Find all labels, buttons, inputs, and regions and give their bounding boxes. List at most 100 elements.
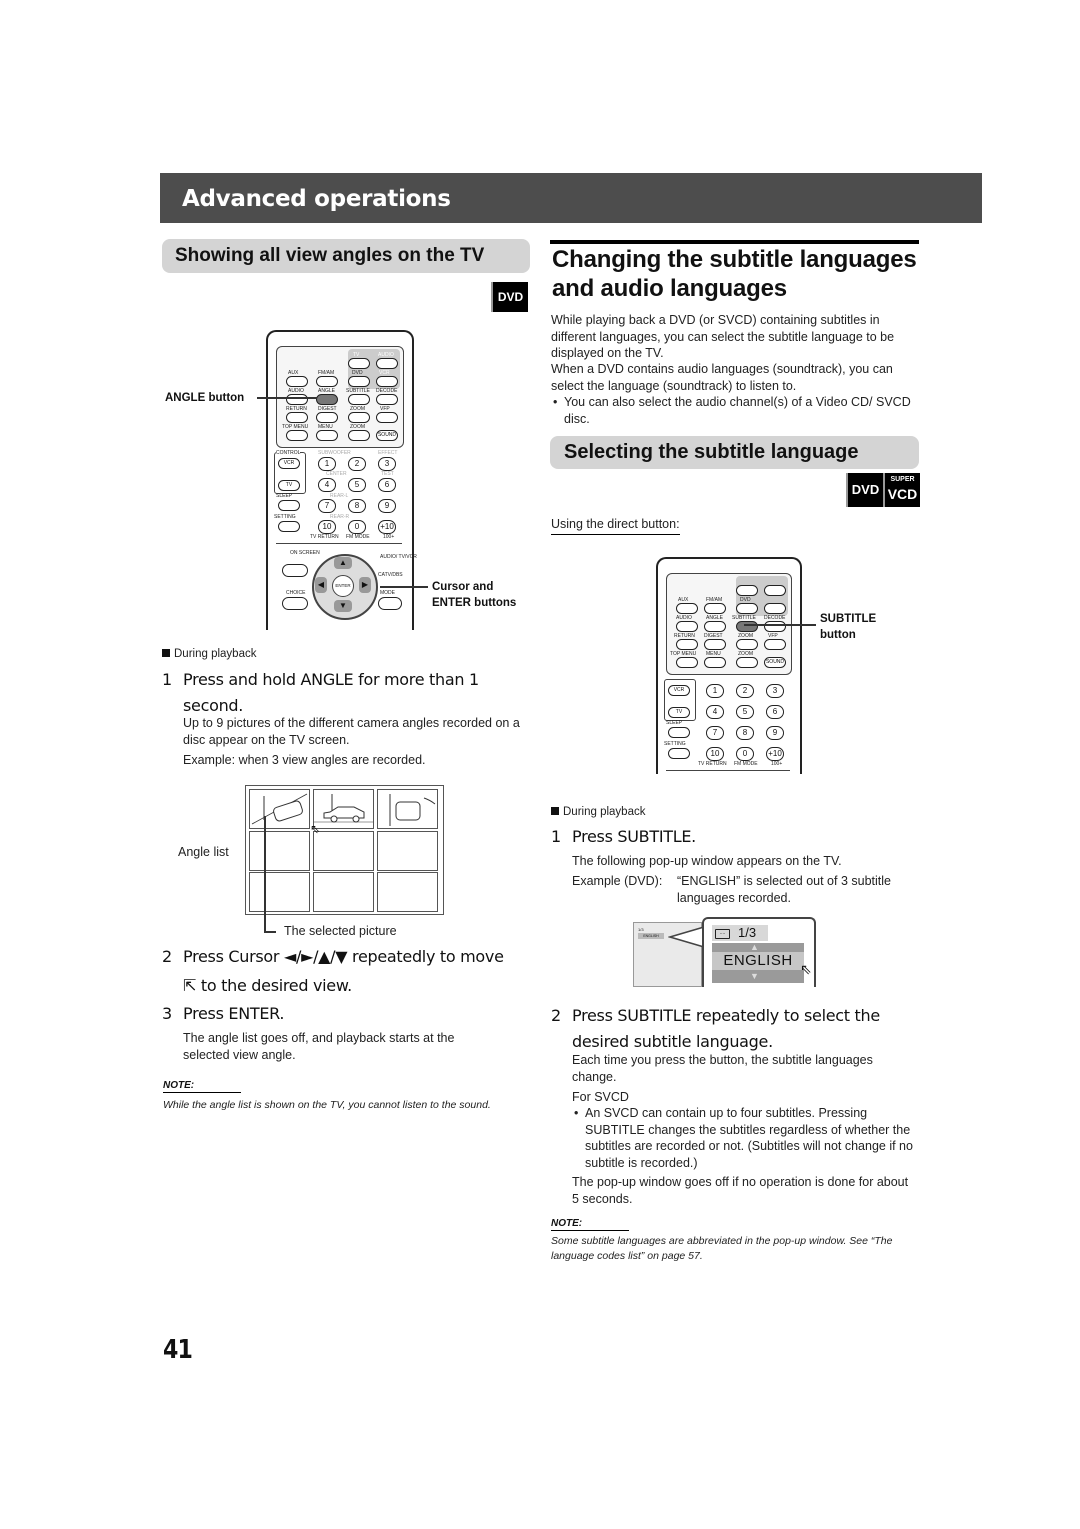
key-1[interactable]: 1 (318, 457, 336, 471)
cursor-left-button[interactable]: ◀ (315, 577, 327, 593)
sleep-button[interactable] (278, 500, 300, 511)
menu-button[interactable] (316, 430, 338, 441)
step-3-left: 3 Press ENTER. (162, 1001, 502, 1029)
zoom-plus-button[interactable] (348, 412, 370, 423)
arrow-up-icon[interactable]: ▲ (750, 942, 759, 952)
mode-button[interactable] (378, 597, 402, 610)
top-menu-button[interactable] (286, 430, 308, 441)
key-7[interactable]: 7 (706, 726, 724, 740)
key-9[interactable]: 9 (378, 499, 396, 513)
key-5[interactable]: 5 (736, 705, 754, 719)
audio-power-button[interactable] (376, 358, 398, 369)
label-rear-l: REAR-L (330, 493, 349, 499)
dvd-button[interactable] (736, 603, 758, 614)
angle-cell-7[interactable] (249, 872, 310, 912)
key-2[interactable]: 2 (348, 457, 366, 471)
cursor-down-button[interactable]: ▼ (334, 600, 352, 612)
tv-control-button[interactable]: TV (278, 480, 300, 491)
decode-button[interactable] (376, 394, 398, 405)
angle-list-label: Angle list (178, 845, 229, 859)
angle-button[interactable] (704, 621, 726, 632)
subtitle-button[interactable] (736, 621, 758, 632)
key-0[interactable]: 0 (348, 520, 366, 534)
key-10[interactable]: 10 (706, 747, 724, 761)
tv-control-button[interactable]: TV (668, 707, 690, 718)
callout-line-2: ENTER buttons (432, 597, 517, 609)
key-8[interactable]: 8 (736, 726, 754, 740)
label-mode: MODE (380, 590, 395, 596)
setting-button[interactable] (278, 521, 300, 532)
aux-button[interactable] (676, 603, 698, 614)
zoom-minus-button[interactable] (348, 430, 370, 441)
key-2[interactable]: 2 (736, 684, 754, 698)
angle-button[interactable] (316, 394, 338, 405)
label-tv-return: TV RETURN (310, 534, 339, 540)
vcr-control-button[interactable]: VCR (278, 458, 300, 469)
key-3[interactable]: 3 (378, 457, 396, 471)
angle-cell-4[interactable] (249, 831, 310, 871)
vfp-button[interactable] (376, 412, 398, 423)
key-6[interactable]: 6 (766, 705, 784, 719)
angle-cell-6[interactable] (377, 831, 438, 871)
cursor-up-button[interactable]: ▲ (334, 557, 352, 569)
vcr-power-button[interactable] (764, 603, 786, 614)
vfp-button[interactable] (764, 639, 786, 650)
decode-button[interactable] (764, 621, 786, 632)
enter-button[interactable]: ENTER (332, 575, 354, 597)
square-bullet-icon (162, 649, 170, 657)
fmam-button[interactable] (316, 376, 338, 387)
key-9[interactable]: 9 (766, 726, 784, 740)
key-8[interactable]: 8 (348, 499, 366, 513)
vcr-control-button[interactable]: VCR (668, 685, 690, 696)
label-tv-return: TV RETURN (698, 761, 727, 767)
angle-cell-2[interactable] (313, 789, 374, 829)
angle-cell-5[interactable] (313, 831, 374, 871)
vcr-power-button[interactable] (376, 376, 398, 387)
aux-button[interactable] (286, 376, 308, 387)
angle-cell-9[interactable] (377, 872, 438, 912)
top-menu-button[interactable] (676, 657, 698, 668)
dvd-button[interactable] (348, 376, 370, 387)
audio-button[interactable] (286, 394, 308, 405)
key-plus10[interactable]: +10 (766, 747, 784, 761)
tv-power-button[interactable] (348, 358, 370, 369)
fmam-button[interactable] (704, 603, 726, 614)
key-3[interactable]: 3 (766, 684, 784, 698)
sleep-button[interactable] (668, 727, 690, 738)
angle-cell-1-selected[interactable] (249, 789, 310, 829)
key-10[interactable]: 10 (318, 520, 336, 534)
arrow-down-icon[interactable]: ▼ (750, 971, 759, 981)
label-sleep: SLEEP (276, 493, 293, 499)
choice-button[interactable] (282, 597, 308, 610)
sound-button[interactable]: SOUND (764, 657, 786, 668)
zoom-plus-button[interactable] (736, 639, 758, 650)
return-button[interactable] (286, 412, 308, 423)
zoom-minus-button[interactable] (736, 657, 758, 668)
digest-button[interactable] (704, 639, 726, 650)
key-4[interactable]: 4 (318, 478, 336, 492)
digest-button[interactable] (316, 412, 338, 423)
on-screen-button[interactable] (282, 564, 308, 577)
audio-button[interactable] (676, 621, 698, 632)
tv-power-button[interactable] (736, 585, 758, 596)
return-button[interactable] (676, 639, 698, 650)
subtitle-button[interactable] (348, 394, 370, 405)
key-0[interactable]: 0 (736, 747, 754, 761)
key-4[interactable]: 4 (706, 705, 724, 719)
note-label-left: NOTE: (163, 1080, 241, 1093)
key-plus10[interactable]: +10 (378, 520, 396, 534)
sound-button[interactable]: SOUND (376, 430, 398, 441)
menu-button[interactable] (704, 657, 726, 668)
key-7[interactable]: 7 (318, 499, 336, 513)
key-5[interactable]: 5 (348, 478, 366, 492)
cursor-right-button[interactable]: ▶ (359, 577, 371, 593)
key-6[interactable]: 6 (378, 478, 396, 492)
remote-divider (666, 770, 790, 771)
label-100plus: 100+ (771, 761, 783, 767)
during-playback-right: During playback (551, 804, 645, 821)
angle-cell-8[interactable] (313, 872, 374, 912)
angle-cell-3[interactable] (377, 789, 438, 829)
key-1[interactable]: 1 (706, 684, 724, 698)
audio-power-button[interactable] (764, 585, 786, 596)
setting-button[interactable] (668, 748, 690, 759)
